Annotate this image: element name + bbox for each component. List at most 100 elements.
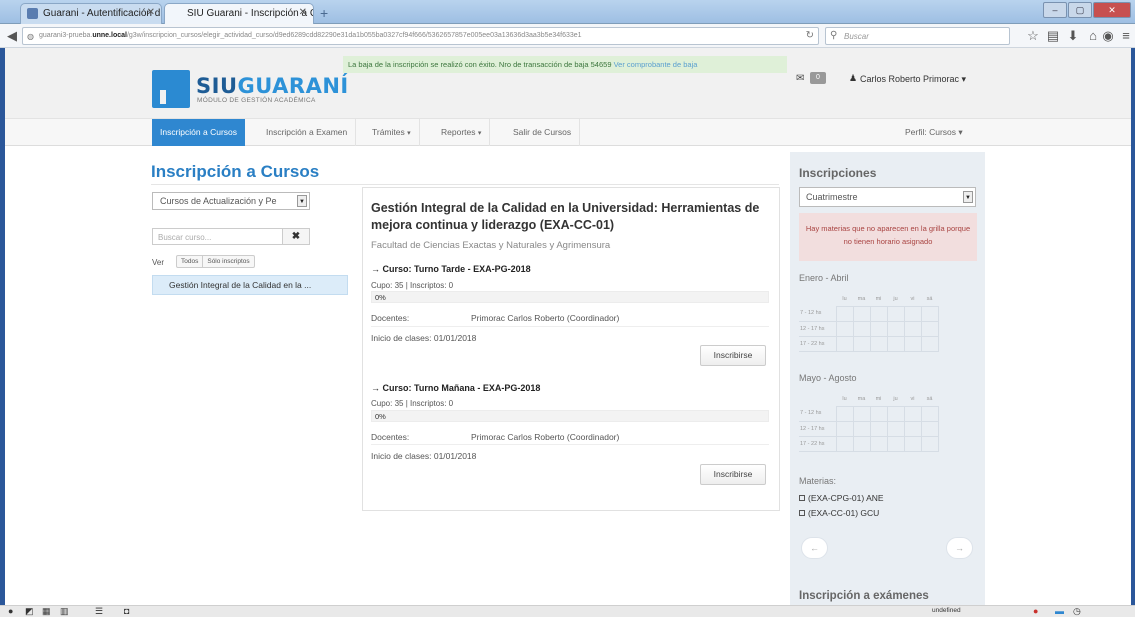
url-host: unne.local	[92, 32, 127, 39]
day-header: sá	[926, 395, 933, 402]
select-value: Cursos de Actualización y Pe	[160, 196, 277, 206]
view-receipt-link[interactable]: Ver comprobante de baja	[614, 60, 698, 69]
previous-button[interactable]: ←	[801, 537, 828, 559]
pocket-icon[interactable]: ◉	[1100, 28, 1116, 44]
docentes-label: Docentes:	[371, 432, 410, 442]
filter-solo-inscriptos-button[interactable]: Sólo inscriptos	[202, 256, 253, 267]
course-type-select[interactable]: Cursos de Actualización y Pe ▼	[152, 192, 310, 210]
course-heading-manana: → Curso: Turno Mañana - EXA-PG-2018	[371, 383, 541, 393]
slot-label: 17 - 22 hs	[799, 436, 836, 452]
docentes-label: Docentes:	[371, 313, 410, 323]
maximize-button[interactable]: ▢	[1068, 2, 1092, 18]
logo-subtitle: MÓDULO DE GESTIÓN ACADÉMICA	[197, 97, 316, 104]
exam-section-title: Inscripción a exámenes	[799, 590, 929, 602]
download-icon[interactable]: ⬇	[1065, 28, 1081, 44]
day-header: mi	[875, 295, 882, 302]
day-header: ju	[893, 395, 898, 402]
materias-label: Materias:	[799, 476, 837, 486]
tab-close-icon[interactable]: ✕	[147, 7, 155, 18]
url-bar[interactable]: ◍ guarani3-prueba.unne.local/g3w/inscrip…	[22, 27, 819, 45]
clear-search-button[interactable]: ✖	[283, 228, 310, 245]
period-label: Enero - Abril	[799, 273, 849, 283]
day-header: sá	[926, 295, 933, 302]
bookmarks-list-icon[interactable]: ▤	[1045, 28, 1061, 44]
caret-down-icon: ▾	[407, 130, 411, 137]
browser-nav-bar: ◀ ◍ guarani3-prueba.unne.local/g3w/inscr…	[0, 24, 1135, 48]
square-icon[interactable]: ◘	[124, 606, 129, 617]
logo-siu-text: SIU	[196, 74, 238, 98]
window-controls: – ▢ ✕	[1043, 2, 1131, 18]
menu-tramites[interactable]: Trámites ▾	[364, 119, 420, 146]
site-logo[interactable]: SIUGUARANÍ	[196, 74, 349, 98]
main-menu: Inscripción a Cursos Inscripción a Exame…	[0, 118, 1135, 146]
search-placeholder: Buscar	[844, 32, 869, 41]
page-title: Inscripción a Cursos	[151, 162, 320, 181]
tab-label: SIU Guarani - Inscripción a Cur...	[187, 8, 313, 19]
profile-selector[interactable]: Perfil: Cursos ▾	[905, 127, 963, 138]
minus-icon[interactable]: ▬	[1055, 606, 1064, 617]
window-border-right	[1131, 48, 1135, 605]
screen: Guarani - Autentificación d... ✕ SIU Gua…	[0, 0, 1135, 617]
browser-tab-inscripcion[interactable]: SIU Guarani - Inscripción a Cur... ✕	[164, 3, 314, 24]
window-icon[interactable]: ◩	[25, 606, 34, 617]
columns-icon[interactable]: ▥	[60, 606, 69, 617]
addon-bar: ● ◩ ▦ ▥ ☰ ◘ undefined ● ▬ ◷	[0, 605, 1135, 617]
circle-icon[interactable]: ●	[8, 606, 13, 617]
filter-label: Ver	[152, 258, 165, 267]
menu-label: Reportes	[441, 127, 476, 137]
day-header: lu	[842, 395, 847, 402]
menu-inscripcion-cursos[interactable]: Inscripción a Cursos	[152, 119, 246, 146]
dropdown-arrow-icon: ▼	[297, 195, 307, 207]
browser-search-bar[interactable]: ⚲ Buscar	[825, 27, 1010, 45]
site-favicon-icon	[27, 8, 38, 19]
row-divider	[371, 444, 769, 445]
inscribirse-button[interactable]: Inscribirse	[700, 345, 766, 366]
browser-tab-auth[interactable]: Guarani - Autentificación d... ✕	[20, 3, 162, 24]
filter-todos-button[interactable]: Todos	[177, 256, 202, 267]
menu-salir-cursos[interactable]: Salir de Cursos	[505, 119, 581, 146]
sidebar-title: Inscripciones	[799, 166, 877, 180]
close-window-button[interactable]: ✕	[1093, 2, 1131, 18]
course-search-input[interactable]: Buscar curso...	[152, 228, 283, 245]
next-button[interactable]: →	[946, 537, 973, 559]
course-list-item[interactable]: Gestión Integral de la Calidad en la ...	[152, 275, 348, 295]
minimize-button[interactable]: –	[1043, 2, 1067, 18]
list-icon[interactable]: ☰	[95, 606, 103, 617]
inscribirse-button[interactable]: Inscribirse	[700, 464, 766, 485]
grid-icon[interactable]: ▦	[42, 606, 51, 617]
new-tab-button[interactable]: +	[320, 5, 328, 21]
period-select[interactable]: Cuatrimestre ▼	[799, 187, 976, 207]
tab-label: Guarani - Autentificación d...	[43, 8, 162, 19]
materia-item: (EXA-CPG-01) ANE	[799, 493, 884, 503]
user-menu[interactable]: Carlos Roberto Primorac ▾	[860, 74, 966, 85]
back-arrow-icon[interactable]: ◀	[4, 28, 20, 44]
bookmark-star-icon[interactable]: ☆	[1025, 28, 1041, 44]
user-name-label: Carlos Roberto Primorac	[860, 74, 960, 84]
clock-icon[interactable]: ◷	[1073, 606, 1081, 617]
schedule-alert: Hay materias que no aparecen en la grill…	[799, 213, 977, 261]
home-icon[interactable]: ⌂	[1085, 28, 1101, 44]
menu-inscripcion-examen[interactable]: Inscripción a Examen	[258, 119, 357, 146]
day-header: lu	[842, 295, 847, 302]
enrollment-progress-bar: 0%	[371, 291, 769, 303]
start-date: Inicio de clases: 01/01/2018	[371, 333, 477, 343]
message-count-badge[interactable]: 0	[810, 72, 826, 84]
search-icon: ⚲	[830, 30, 838, 41]
alert-icon[interactable]: ●	[1033, 606, 1038, 617]
reload-icon[interactable]: ↻	[806, 30, 814, 41]
slot-label: 7 - 12 hs	[799, 306, 836, 322]
menu-hamburger-icon[interactable]: ≡	[1118, 28, 1134, 44]
envelope-icon[interactable]: ✉	[796, 73, 804, 84]
search-placeholder: Buscar curso...	[158, 233, 212, 242]
chevron-down-icon: ▾	[961, 74, 967, 84]
course-heading-tarde: → Curso: Turno Tarde - EXA-PG-2018	[371, 264, 531, 274]
faculty-name: Facultad de Ciencias Exactas y Naturales…	[371, 240, 611, 251]
caret-down-icon: ▾	[477, 130, 482, 137]
tab-close-icon[interactable]: ✕	[299, 7, 307, 18]
url-prefix: guarani3-prueba.	[39, 32, 93, 39]
slot-label: 7 - 12 hs	[799, 406, 836, 422]
title-divider	[151, 184, 779, 185]
menu-reportes[interactable]: Reportes ▾	[433, 119, 491, 146]
profile-label: Perfil: Cursos	[905, 127, 957, 137]
menu-label: Inscripción a Cursos	[160, 127, 238, 137]
